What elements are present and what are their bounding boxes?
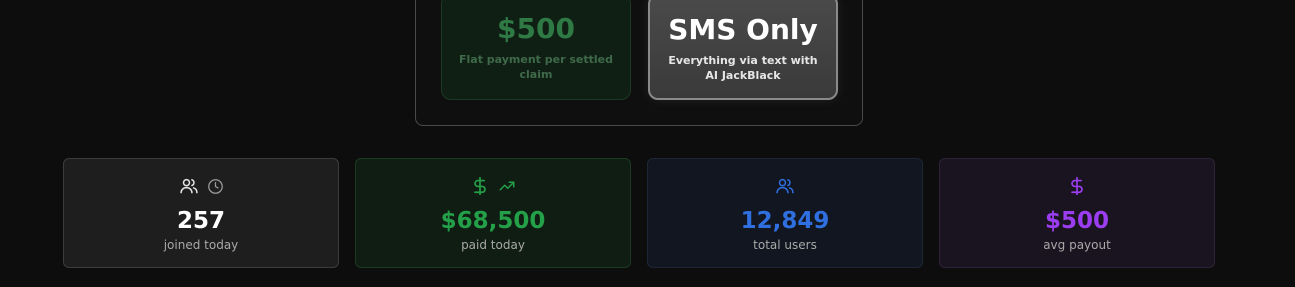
- stat-label: avg payout: [1043, 238, 1111, 252]
- stat-card-paid-today: $68,500 paid today: [355, 158, 631, 268]
- dollar-icon: [1071, 176, 1083, 196]
- sms-only-card[interactable]: SMS Only Everything via text with AI Jac…: [648, 0, 838, 100]
- stat-value: $68,500: [440, 208, 546, 234]
- stat-value: $500: [1044, 208, 1109, 234]
- clock-icon: [207, 178, 223, 194]
- stat-value: 12,849: [740, 208, 830, 234]
- stat-card-joined-today: 257 joined today: [63, 158, 339, 268]
- dollar-icon: [474, 176, 486, 196]
- sms-only-title: SMS Only: [668, 13, 818, 46]
- stat-label: paid today: [461, 238, 525, 252]
- trending-up-icon: [499, 181, 515, 191]
- sms-only-caption: Everything via text with AI JackBlack: [668, 54, 818, 82]
- flat-payment-card: $500 Flat payment per settled claim: [441, 0, 631, 100]
- stat-card-avg-payout: $500 avg payout: [939, 158, 1215, 268]
- flat-payment-amount: $500: [497, 12, 575, 45]
- users-icon: [776, 178, 794, 194]
- stat-label: total users: [753, 238, 817, 252]
- stat-label: joined today: [163, 238, 239, 252]
- users-icon: [179, 178, 198, 194]
- stat-value: 257: [176, 208, 225, 234]
- flat-payment-caption: Flat payment per settled claim: [459, 53, 613, 81]
- stat-card-total-users: 12,849 total users: [647, 158, 923, 268]
